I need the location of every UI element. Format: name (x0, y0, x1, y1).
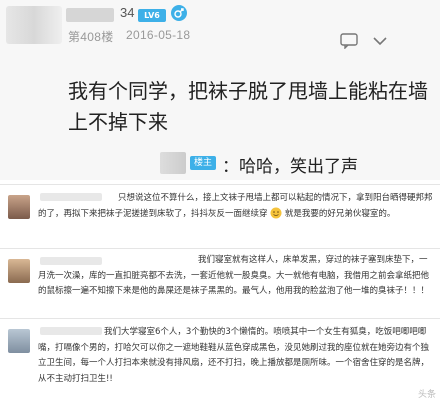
level-number: 34 (120, 5, 135, 20)
comment-text: 我们大学寝室6个人，3个勤快的3个懒惰的。喷喷其中一个女生有狐臭，吃饭吧唧吧唧嘴… (38, 327, 430, 384)
avatar[interactable] (6, 6, 62, 44)
list-item: 只想说这位不算什么，接上文袜子甩墙上都可以粘起的情况下，拿到阳台晒得硬邦邦的了，… (0, 184, 440, 249)
quote-avatar (160, 152, 186, 174)
reply-text: ：哈哈，笑出了声 (222, 157, 358, 177)
avatar[interactable] (8, 329, 30, 353)
username[interactable] (66, 8, 114, 22)
post-date: 2016-05-18 (126, 28, 191, 42)
floor-number: 第408楼 (68, 30, 114, 44)
comment-text: 只想说这位不算什么，接上文袜子甩墙上都可以粘起的情况下，拿到阳台晒得硬邦邦的了，… (38, 193, 433, 219)
comment-text: 我们寝室就有这样人，床单发黑，穿过的袜子塞到床垫下，一月洗一次澡，库的一直扣脏亮… (38, 255, 430, 296)
chevron-down-icon[interactable] (371, 33, 389, 49)
smile-icon (270, 207, 282, 219)
avatar[interactable] (8, 195, 30, 219)
list-item: 我们大学寝室6个人，3个勤快的3个懒惰的。喷喷其中一个女生有狐臭，吃饭吧唧吧唧嘴… (0, 318, 440, 402)
comment-icon[interactable] (340, 33, 358, 49)
list-item: 我们寝室就有这样人，床单发黑，穿过的袜子塞到床垫下，一月洗一次澡，库的一直扣脏亮… (0, 248, 440, 319)
post-body: 我有个同学，把袜子脱了甩墙上能粘在墙上不掉下来 (68, 79, 428, 134)
op-badge: 楼主 (190, 156, 216, 170)
watermark: 头条 (417, 390, 436, 400)
main-post: 34 LV6 第408楼 2016-05-18 我有个同学，把袜子脱了甩墙上能粘… (0, 0, 440, 180)
avatar[interactable] (8, 259, 30, 283)
level-badge: LV6 (138, 9, 166, 22)
male-icon (171, 5, 187, 21)
